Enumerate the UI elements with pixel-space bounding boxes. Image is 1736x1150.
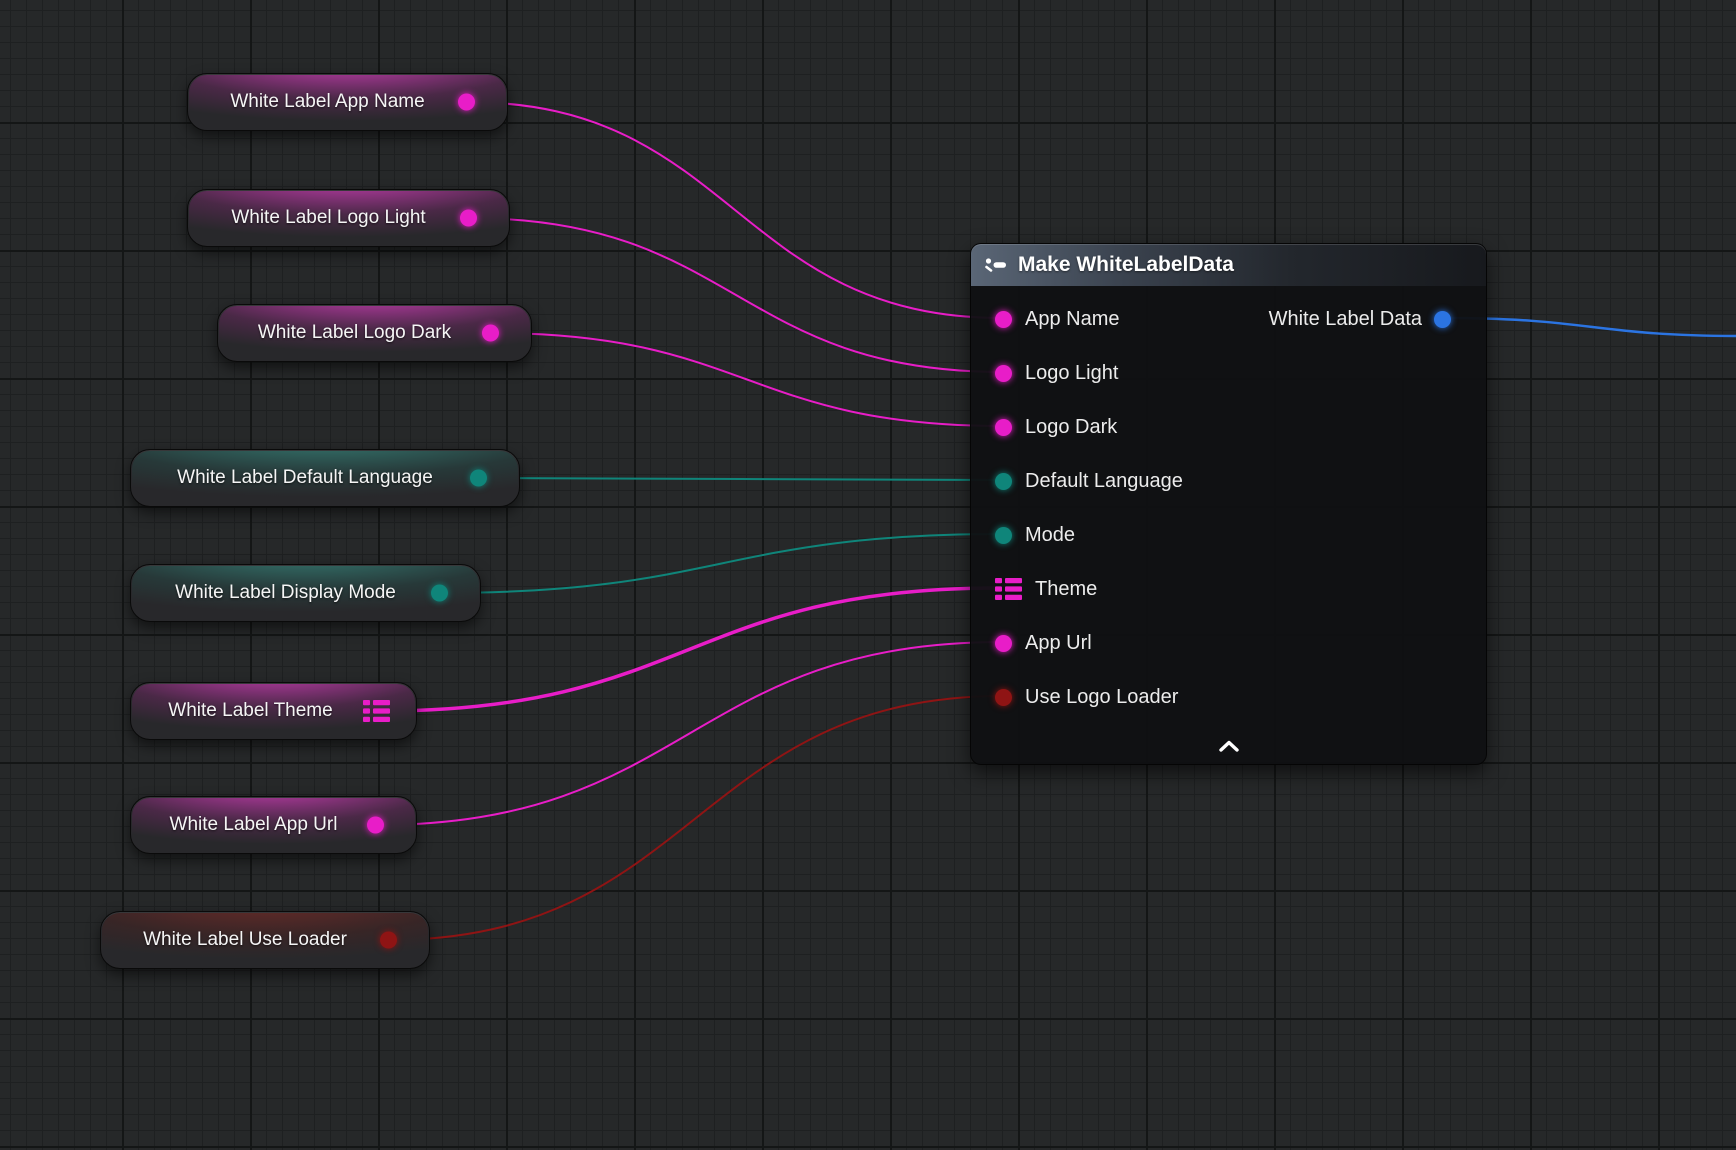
getter-node-white-label-app-name[interactable]: White Label App Name (187, 73, 508, 131)
getter-node-white-label-use-loader[interactable]: White Label Use Loader (100, 911, 430, 969)
getter-output-pin-white-label-logo-dark[interactable] (482, 325, 499, 342)
getter-node-white-label-display-mode[interactable]: White Label Display Mode (130, 564, 481, 622)
input-row-mode: Mode (971, 508, 1486, 562)
getter-node-white-label-logo-light[interactable]: White Label Logo Light (187, 189, 510, 247)
getter-node-label: White Label Default Language (145, 450, 465, 506)
input-pin-use-logo-loader[interactable] (995, 689, 1012, 706)
input-pin-logo-light[interactable] (995, 365, 1012, 382)
getter-node-white-label-default-language[interactable]: White Label Default Language (130, 449, 520, 507)
make-node-inputs: App Name Logo Light Logo Dark Default Langu… (971, 286, 1486, 724)
input-pin-label: Theme (1035, 578, 1097, 601)
output-pin-slot (1434, 311, 1451, 328)
wire-logo-dark (491, 333, 1003, 426)
getter-node-white-label-logo-dark[interactable]: White Label Logo Dark (217, 304, 532, 362)
input-pin-app-url[interactable] (995, 635, 1012, 652)
input-pin-label: Default Language (1025, 470, 1183, 493)
wire-use-loader (389, 696, 1003, 940)
input-pin-mode[interactable] (995, 527, 1012, 544)
getter-node-white-label-theme[interactable]: White Label Theme (130, 682, 417, 740)
wire-app-url (376, 642, 1003, 825)
getter-output-pin-white-label-display-mode[interactable] (431, 585, 448, 602)
wire-display-mode (440, 534, 1003, 593)
wire-app-name (467, 102, 1003, 318)
getter-output-pin-white-label-app-url[interactable] (367, 817, 384, 834)
wire-default-language (479, 478, 1003, 480)
getter-node-label: White Label Logo Light (202, 190, 455, 246)
input-pin-label: Mode (1025, 524, 1075, 547)
input-pin-label: App Name (1025, 308, 1120, 331)
input-pin-theme[interactable] (995, 578, 1022, 600)
input-pin-logo-dark[interactable] (995, 419, 1012, 436)
input-row-logo-light: Logo Light (971, 346, 1486, 400)
getter-output-pin-white-label-logo-light[interactable] (460, 210, 477, 227)
input-pin-label: App Url (1025, 632, 1092, 655)
input-row-theme: Theme (971, 562, 1486, 616)
getter-node-label: White Label App Name (202, 74, 453, 130)
make-struct-icon (984, 255, 1008, 275)
make-whitelabeldata-node[interactable]: Make WhiteLabelData App Name Logo Light Lo… (970, 243, 1487, 765)
collapse-button[interactable] (971, 734, 1486, 758)
getter-output-pin-white-label-default-language[interactable] (470, 470, 487, 487)
input-pin-label: Use Logo Loader (1025, 686, 1178, 709)
input-pin-label: Logo Dark (1025, 416, 1117, 439)
make-node-header[interactable]: Make WhiteLabelData (971, 244, 1486, 286)
getter-node-label: White Label Logo Dark (232, 305, 477, 361)
input-pin-default-language[interactable] (995, 473, 1012, 490)
getter-node-label: White Label Use Loader (115, 912, 375, 968)
getter-output-pin-white-label-app-name[interactable] (458, 94, 475, 111)
getter-node-label: White Label Theme (145, 683, 356, 739)
getter-output-pin-white-label-theme[interactable] (363, 700, 390, 722)
getter-node-label: White Label App Url (145, 797, 362, 853)
blueprint-canvas[interactable]: White Label App Name White Label Logo Lig… (0, 0, 1736, 1150)
getter-output-pin-white-label-use-loader[interactable] (380, 932, 397, 949)
input-pin-label: Logo Light (1025, 362, 1118, 385)
output-pin-label: White Label Data (1269, 308, 1422, 331)
input-row-app-url: App Url (971, 616, 1486, 670)
output-pin-white-label-data[interactable] (1434, 311, 1451, 328)
output-pin-row: White Label Data (1269, 292, 1486, 346)
wire-logo-light (469, 218, 1003, 372)
input-row-use-logo-loader: Use Logo Loader (971, 670, 1486, 724)
getter-node-label: White Label Display Mode (145, 565, 426, 621)
input-row-logo-dark: Logo Dark (971, 400, 1486, 454)
make-node-title: Make WhiteLabelData (1018, 253, 1234, 277)
getter-node-white-label-app-url[interactable]: White Label App Url (130, 796, 417, 854)
input-row-default-language: Default Language (971, 454, 1486, 508)
input-pin-app-name[interactable] (995, 311, 1012, 328)
